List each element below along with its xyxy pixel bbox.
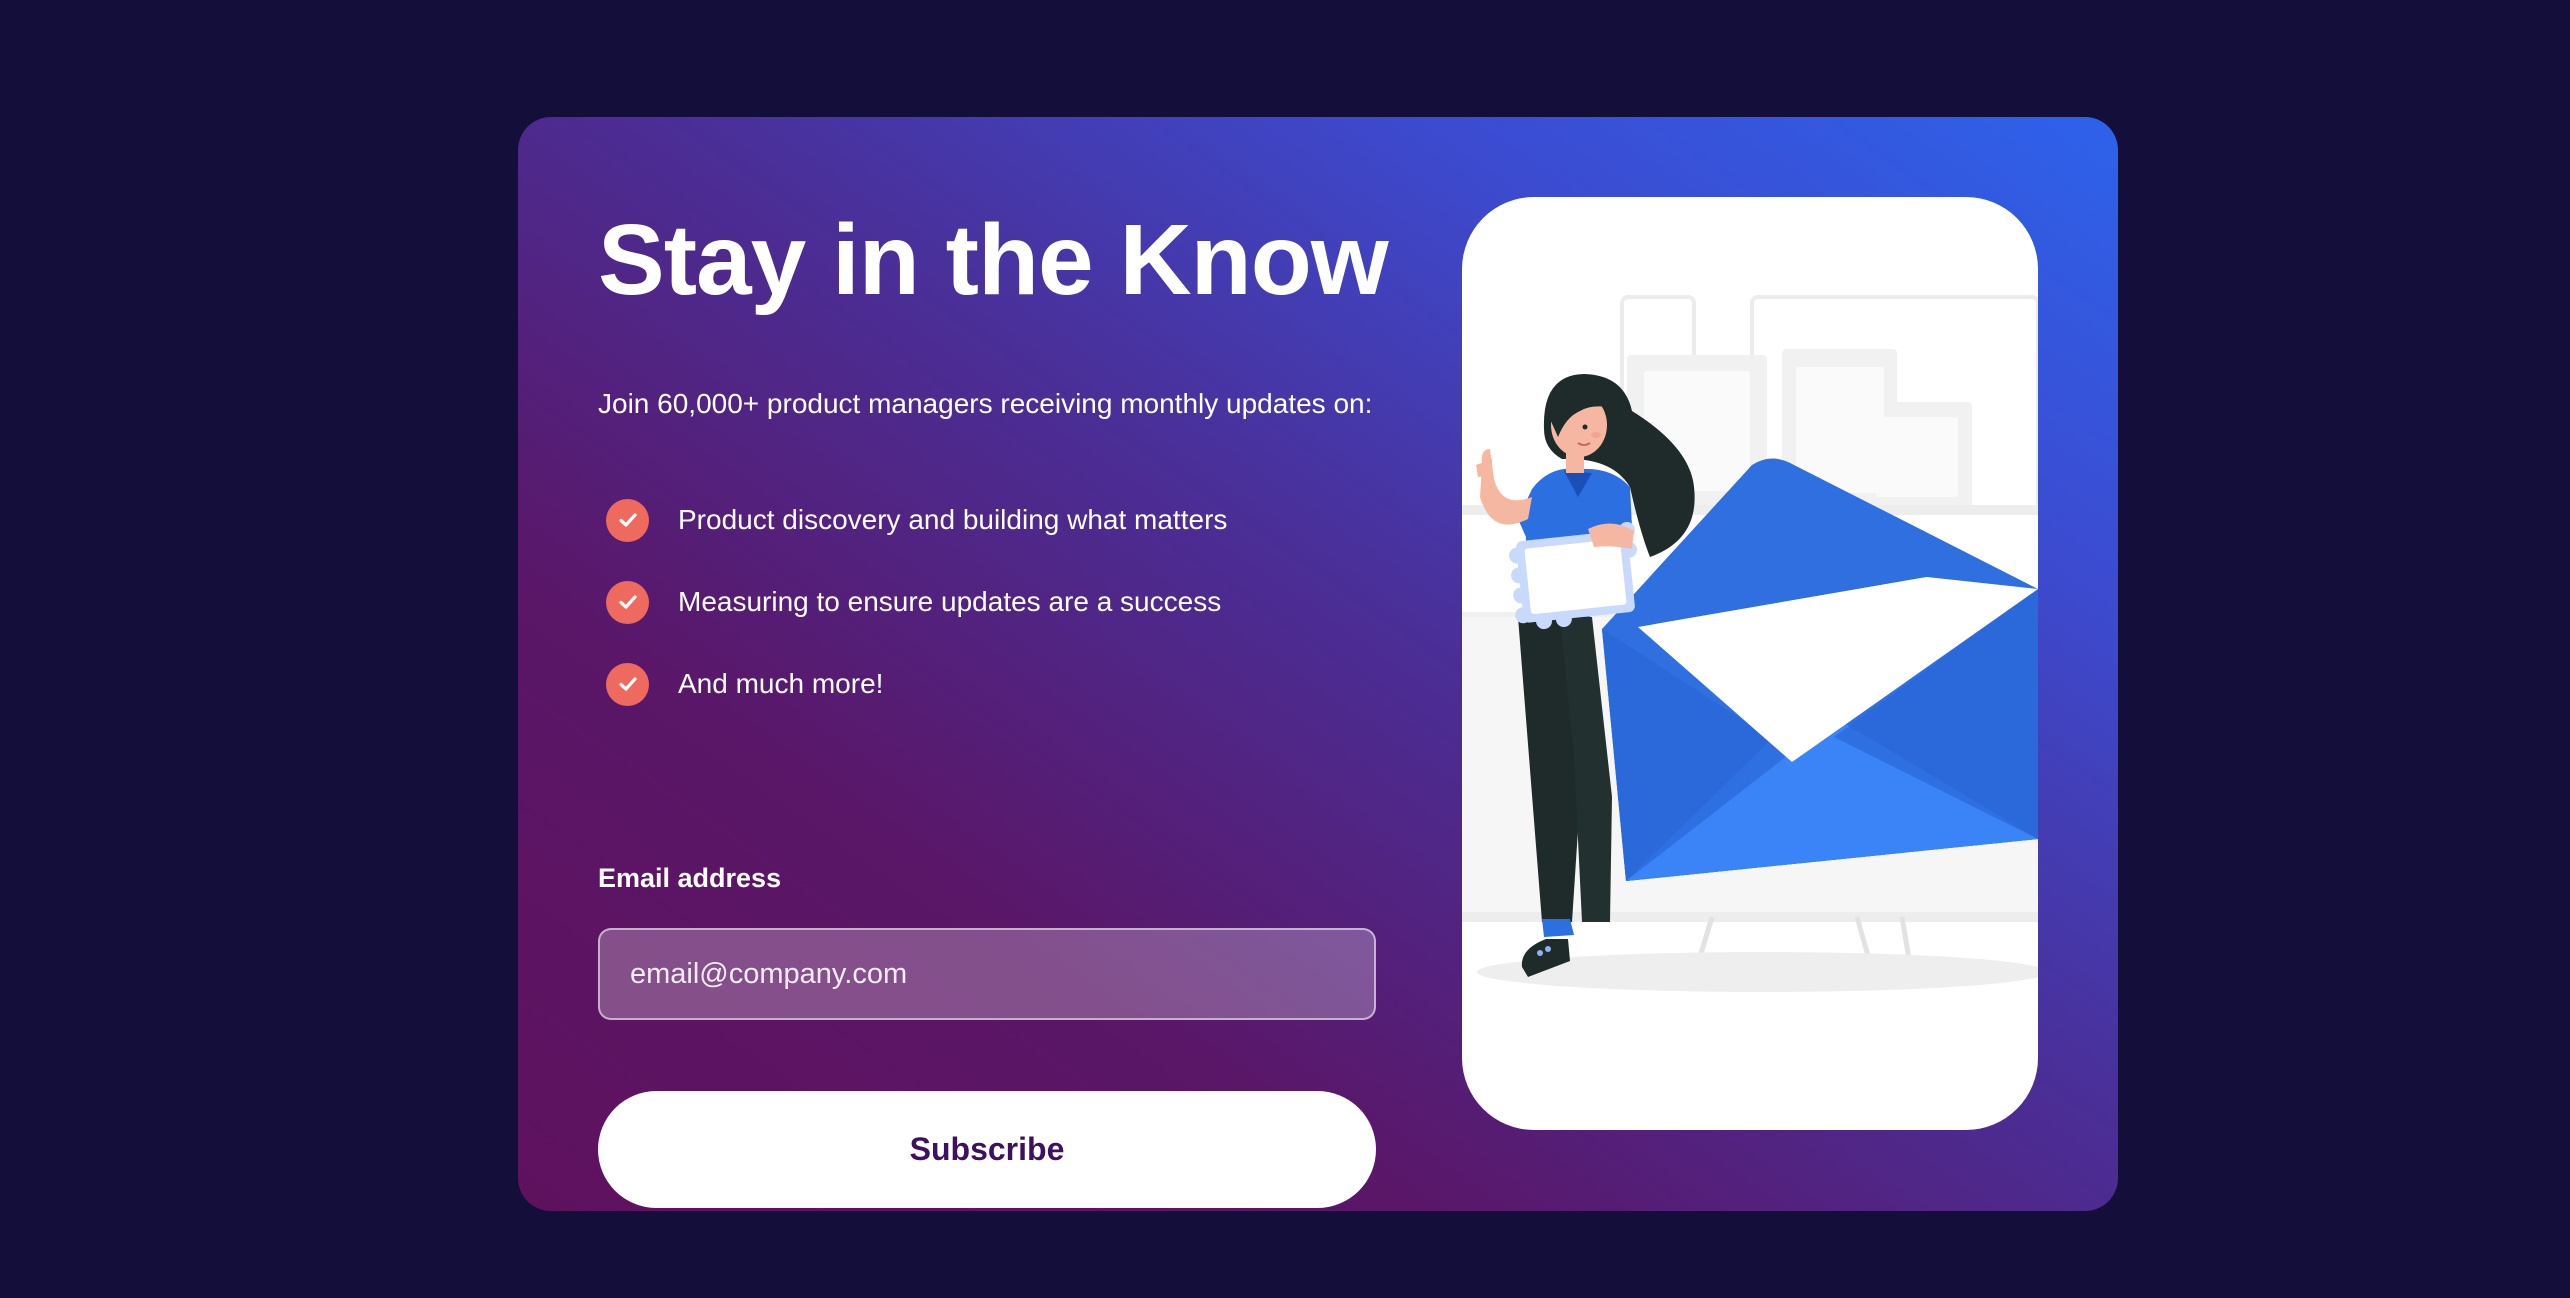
feature-item: Measuring to ensure updates are a succes… <box>606 561 1227 643</box>
check-circle-icon <box>606 662 649 706</box>
feature-item: Product discovery and building what matt… <box>606 479 1227 561</box>
email-field[interactable] <box>598 928 1376 1020</box>
feature-text: And much more! <box>678 668 884 699</box>
feature-item: And much more! <box>606 643 1227 725</box>
check-circle-icon <box>606 580 649 624</box>
page-title: Stay in the Know <box>598 204 1389 316</box>
email-label: Email address <box>598 863 782 893</box>
subscribe-button[interactable]: Subscribe <box>598 1091 1376 1208</box>
newsletter-card: Stay in the Know Join 60,000+ product ma… <box>518 117 2118 1211</box>
feature-list: Product discovery and building what matt… <box>606 479 1227 725</box>
check-circle-icon <box>606 498 649 542</box>
intro-text: Join 60,000+ product managers receiving … <box>598 388 1373 419</box>
newsletter-illustration <box>1462 197 2038 1130</box>
feature-text: Product discovery and building what matt… <box>678 504 1228 535</box>
woman-envelope-illustration <box>1462 295 2038 992</box>
feature-text: Measuring to ensure updates are a succes… <box>678 586 1222 617</box>
